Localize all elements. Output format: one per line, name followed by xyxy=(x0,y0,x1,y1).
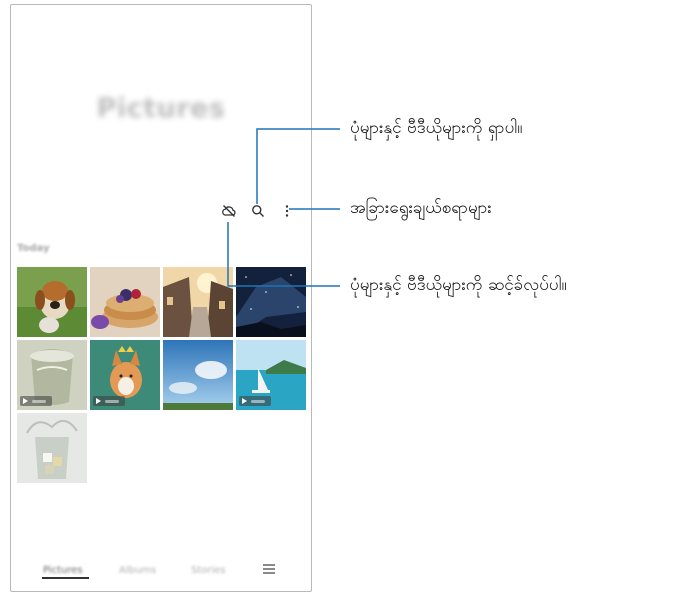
callout-lines xyxy=(227,128,340,287)
callout-search: ပုံများနှင့် ဗီဒီယိုများကို ရှာပါ။ xyxy=(350,118,523,138)
callout-sync: ပုံများနှင့် ဗီဒီယိုများကို ဆင့်ခ်လုပ်ပါ… xyxy=(350,275,567,295)
callout-more-options: အခြားရွေးချယ်စရာများ xyxy=(350,198,492,218)
